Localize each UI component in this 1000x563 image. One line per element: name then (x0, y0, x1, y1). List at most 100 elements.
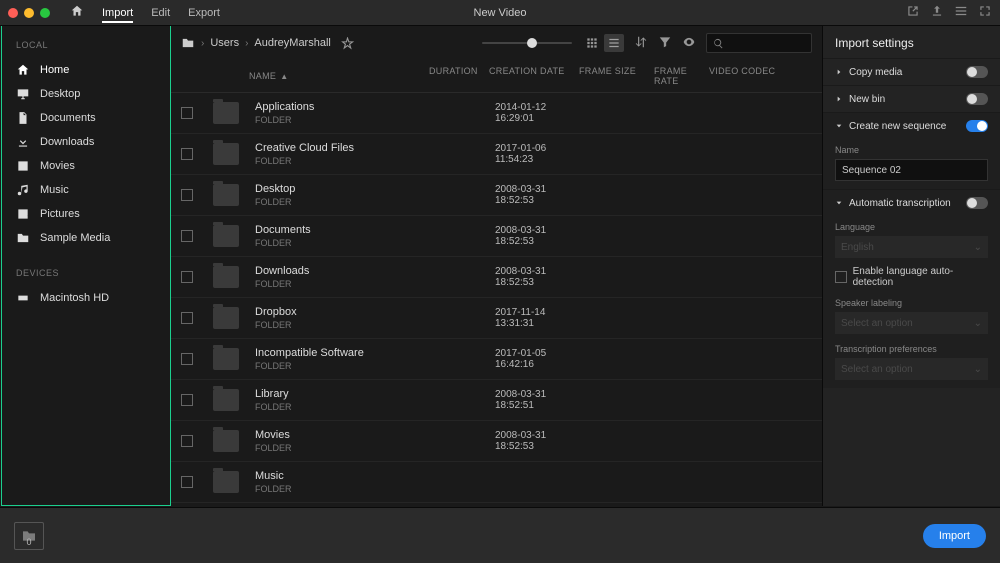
row-checkbox[interactable] (181, 148, 193, 160)
chevron-down-icon: ⌄ (974, 364, 982, 375)
table-row[interactable]: Desktop FOLDER 2008-03-31 18:52:53 (171, 175, 822, 216)
folder-icon (213, 184, 239, 206)
table-row[interactable]: Movies FOLDER 2008-03-31 18:52:53 (171, 421, 822, 462)
sort-icon[interactable] (634, 35, 648, 52)
breadcrumb[interactable]: › Users › AudreyMarshall (181, 36, 354, 50)
sidebar-item-home[interactable]: Home (16, 58, 156, 82)
maximize-window-button[interactable] (40, 8, 50, 18)
row-checkbox[interactable] (181, 435, 193, 447)
home-icon[interactable] (70, 4, 84, 21)
home-icon (16, 63, 30, 77)
table-row[interactable]: Incompatible Software FOLDER 2017-01-05 … (171, 339, 822, 380)
col-duration-header[interactable]: DURATION (429, 66, 489, 86)
list-view-button[interactable] (604, 34, 624, 52)
row-checkbox[interactable] (181, 107, 193, 119)
speaker-select[interactable]: Select an option ⌄ (835, 312, 988, 334)
table-row[interactable]: Dropbox FOLDER 2017-11-14 13:31:31 (171, 298, 822, 339)
document-icon (16, 111, 30, 125)
zoom-slider[interactable] (482, 42, 572, 44)
row-checkbox[interactable] (181, 271, 193, 283)
grid-view-button[interactable] (582, 34, 602, 52)
chevron-right-icon: › (245, 38, 248, 49)
sidebar-item-macintosh-hd[interactable]: Macintosh HD (16, 286, 156, 310)
share-icon[interactable] (930, 4, 944, 21)
row-checkbox[interactable] (181, 189, 193, 201)
sidebar-item-label: Sample Media (40, 232, 110, 244)
table-body[interactable]: Applications FOLDER 2014-01-12 16:29:01 … (171, 93, 822, 506)
quick-export-icon[interactable] (906, 4, 920, 21)
tab-edit[interactable]: Edit (151, 3, 170, 23)
sequence-name-input[interactable] (835, 159, 988, 181)
setting-create-sequence[interactable]: Create new sequence (823, 112, 1000, 139)
folder-icon (213, 266, 239, 288)
breadcrumb-part[interactable]: AudreyMarshall (254, 37, 330, 49)
row-checkbox[interactable] (181, 230, 193, 242)
row-checkbox[interactable] (181, 476, 193, 488)
sidebar-item-downloads[interactable]: Downloads (16, 130, 156, 154)
row-checkbox[interactable] (181, 394, 193, 406)
fullscreen-icon[interactable] (978, 4, 992, 21)
sidebar-item-documents[interactable]: Documents (16, 106, 156, 130)
setting-auto-transcription[interactable]: Automatic transcription (823, 189, 1000, 216)
tab-import[interactable]: Import (102, 3, 133, 23)
row-name: Downloads (255, 265, 435, 277)
import-tray[interactable]: 0 (14, 522, 44, 550)
row-created: 2017-01-05 16:42:16 (495, 348, 585, 370)
table-row[interactable]: Downloads FOLDER 2008-03-31 18:52:53 (171, 257, 822, 298)
row-checkbox[interactable] (181, 312, 193, 324)
toggle-create-sequence[interactable] (966, 120, 988, 132)
table-row[interactable]: Documents FOLDER 2008-03-31 18:52:53 (171, 216, 822, 257)
row-name: Applications (255, 101, 435, 113)
eye-icon[interactable] (682, 35, 696, 52)
table-row[interactable]: Library FOLDER 2008-03-31 18:52:51 (171, 380, 822, 421)
setting-new-bin[interactable]: New bin (823, 85, 1000, 112)
table-row[interactable]: Applications FOLDER 2014-01-12 16:29:01 (171, 93, 822, 134)
bottombar: 0 Import (0, 507, 1000, 563)
col-codec-header[interactable]: VIDEO CODEC (709, 66, 779, 86)
close-window-button[interactable] (8, 8, 18, 18)
language-select[interactable]: English ⌄ (835, 236, 988, 258)
chevron-down-icon (835, 199, 843, 207)
search-input[interactable] (706, 33, 812, 53)
folder-icon (213, 143, 239, 165)
setting-copy-media[interactable]: Copy media (823, 58, 1000, 85)
row-name: Documents (255, 224, 435, 236)
workspace-icon[interactable] (954, 4, 968, 21)
minimize-window-button[interactable] (24, 8, 34, 18)
sidebar-item-movies[interactable]: Movies (16, 154, 156, 178)
setting-label: Copy media (849, 67, 960, 78)
filter-icon[interactable] (658, 35, 672, 52)
folder-icon (181, 36, 195, 50)
pictures-icon (16, 207, 30, 221)
tab-export[interactable]: Export (188, 3, 220, 23)
sidebar-item-music[interactable]: Music (16, 178, 156, 202)
setting-label: New bin (849, 94, 960, 105)
row-name: Library (255, 388, 435, 400)
toggle-new-bin[interactable] (966, 93, 988, 105)
row-checkbox[interactable] (181, 353, 193, 365)
toggle-auto-transcription[interactable] (966, 197, 988, 209)
star-icon[interactable] (341, 37, 354, 50)
col-name-header[interactable]: NAME (249, 71, 276, 81)
import-button[interactable]: Import (923, 524, 986, 548)
table-row[interactable]: Music FOLDER (171, 462, 822, 503)
auto-detect-checkbox[interactable] (835, 271, 847, 283)
col-created-header[interactable]: CREATION DATE (489, 66, 579, 86)
row-type: FOLDER (255, 361, 435, 371)
sidebar-item-sample-media[interactable]: Sample Media (16, 226, 156, 250)
row-type: FOLDER (255, 197, 435, 207)
row-type: FOLDER (255, 484, 435, 494)
sidebar-item-desktop[interactable]: Desktop (16, 82, 156, 106)
toggle-copy-media[interactable] (966, 66, 988, 78)
select-value: Select an option (841, 318, 913, 329)
col-frame-rate-header[interactable]: FRAME RATE (654, 66, 709, 86)
sidebar-item-pictures[interactable]: Pictures (16, 202, 156, 226)
trans-prefs-select[interactable]: Select an option ⌄ (835, 358, 988, 380)
breadcrumb-part[interactable]: Users (210, 37, 239, 49)
chevron-down-icon (835, 122, 843, 130)
table-row[interactable]: Creative Cloud Files FOLDER 2017-01-06 1… (171, 134, 822, 175)
field-label-language: Language (835, 222, 988, 232)
col-frame-size-header[interactable]: FRAME SIZE (579, 66, 654, 86)
row-type: FOLDER (255, 279, 435, 289)
desktop-icon (16, 87, 30, 101)
